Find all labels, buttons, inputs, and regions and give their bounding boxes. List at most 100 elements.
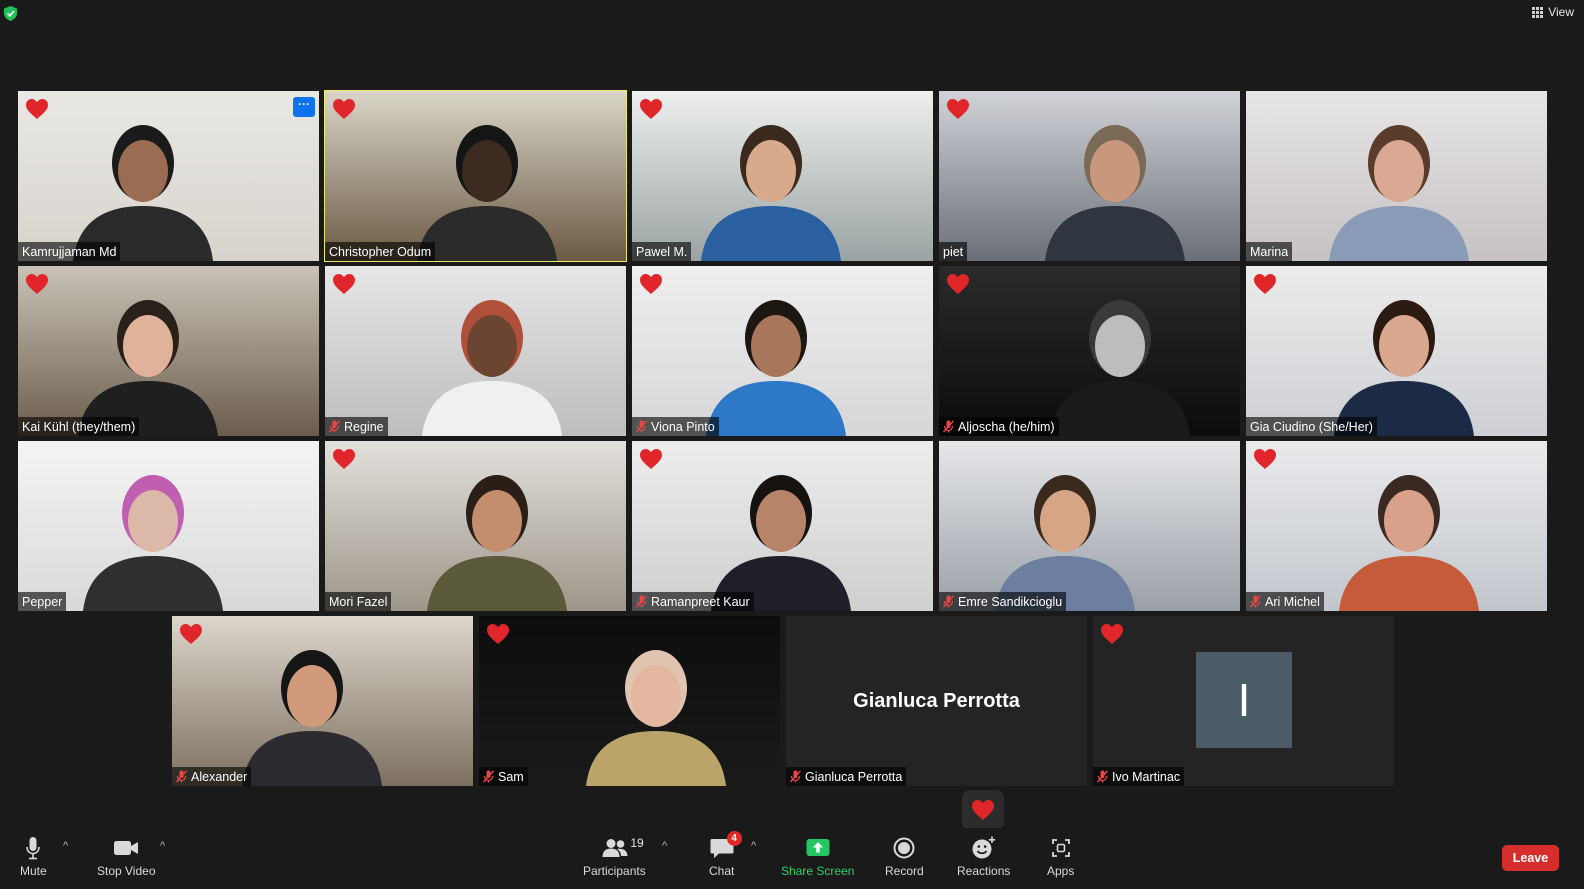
share-screen-icon (806, 839, 830, 856)
participant-nametag: Regine (325, 417, 388, 436)
audio-options-caret[interactable]: ^ (63, 840, 68, 852)
participant-tile[interactable]: Marina (1246, 91, 1547, 261)
muted-mic-icon (176, 770, 187, 783)
participant-tile[interactable]: Aljoscha (he/him) (939, 266, 1240, 436)
chat-options-caret[interactable]: ^ (751, 840, 756, 852)
participant-nametag: Viona Pinto (632, 417, 719, 436)
video-feed (325, 91, 626, 261)
record-icon (893, 837, 915, 859)
participant-name: Viona Pinto (651, 419, 715, 434)
video-camera-icon (114, 841, 139, 855)
video-feed (325, 441, 626, 611)
participant-nametag: Pepper (18, 592, 67, 611)
participant-name: Aljoscha (he/him) (958, 419, 1055, 434)
video-feed (479, 616, 780, 786)
participant-nametag: Alexander (172, 767, 252, 786)
participant-nametag: Mori Fazel (325, 592, 392, 611)
reactions-button[interactable]: Reactions (957, 834, 1010, 878)
video-feed (632, 91, 933, 261)
participant-tile[interactable]: Pawel M. (632, 91, 933, 261)
view-button[interactable]: View (1532, 5, 1574, 19)
heart-icon (972, 800, 994, 820)
participants-options-caret[interactable]: ^ (662, 840, 667, 852)
participant-tile[interactable]: Regine (325, 266, 626, 436)
participant-name: Ari Michel (1265, 594, 1320, 609)
participant-name: Pepper (22, 594, 63, 609)
heart-reaction-icon (333, 274, 355, 294)
chat-button[interactable]: 4 Chat (709, 831, 742, 878)
video-feed (1246, 441, 1547, 611)
participant-tile[interactable]: Gianluca Perrotta Gianluca Perrotta (786, 616, 1087, 786)
heart-reaction-icon (26, 274, 48, 294)
leave-button[interactable]: Leave (1502, 845, 1559, 871)
participant-tile[interactable]: Ramanpreet Kaur (632, 441, 933, 611)
muted-mic-icon (636, 595, 647, 608)
participants-button[interactable]: 19 Participants (583, 834, 646, 878)
participant-nametag: Pawel M. (632, 242, 692, 261)
participant-tile[interactable]: Kai Kühl (they/them) (18, 266, 319, 436)
participant-tile[interactable]: Gia Ciudino (She/Her) (1246, 266, 1547, 436)
heart-reaction-icon (26, 99, 48, 119)
video-off-name: Gianluca Perrotta (853, 690, 1020, 712)
participant-nametag: Ramanpreet Kaur (632, 592, 754, 611)
record-label: Record (885, 864, 924, 878)
participant-name: Pawel M. (636, 244, 688, 259)
video-feed (1246, 266, 1547, 436)
apps-icon (1051, 839, 1070, 857)
participant-name: Christopher Odum (329, 244, 432, 259)
floating-reaction (962, 790, 1004, 830)
share-screen-label: Share Screen (781, 864, 855, 878)
participant-nametag: Ari Michel (1246, 592, 1324, 611)
video-feed (18, 91, 319, 261)
participant-name: Kamrujjaman Md (22, 244, 117, 259)
heart-reaction-icon (1101, 624, 1123, 644)
muted-mic-icon (636, 420, 647, 433)
share-screen-button[interactable]: Share Screen (781, 834, 854, 878)
more-options-button[interactable]: ··· (293, 97, 315, 117)
apps-button[interactable]: Apps (1047, 834, 1074, 878)
participant-tile[interactable]: Pepper (18, 441, 319, 611)
muted-mic-icon (943, 420, 954, 433)
participant-tile[interactable]: Alexander (172, 616, 473, 786)
participant-tile[interactable]: piet (939, 91, 1240, 261)
participant-nametag: Kamrujjaman Md (18, 242, 121, 261)
stop-video-button[interactable]: Stop Video (97, 834, 156, 878)
apps-label: Apps (1047, 864, 1075, 878)
heart-reaction-icon (947, 99, 969, 119)
muted-mic-icon (483, 770, 494, 783)
participant-tile[interactable]: Ari Michel (1246, 441, 1547, 611)
participant-nametag: Ivo Martinac (1093, 767, 1185, 786)
heart-reaction-icon (1254, 449, 1276, 469)
muted-mic-icon (943, 595, 954, 608)
stop-video-label: Stop Video (97, 864, 156, 878)
video-feed (325, 266, 626, 436)
record-button[interactable]: Record (885, 834, 924, 878)
heart-reaction-icon (333, 99, 355, 119)
participant-nametag: Emre Sandikcioglu (939, 592, 1067, 611)
participant-nametag: Christopher Odum (325, 242, 436, 261)
participant-name: Sam (498, 769, 524, 784)
heart-reaction-icon (947, 274, 969, 294)
participant-nametag: piet (939, 242, 968, 261)
participant-tile[interactable]: Viona Pinto (632, 266, 933, 436)
video-options-caret[interactable]: ^ (160, 840, 165, 852)
participant-tile[interactable]: Emre Sandikcioglu (939, 441, 1240, 611)
video-feed (632, 266, 933, 436)
participant-name: Marina (1250, 244, 1289, 259)
muted-mic-icon (329, 420, 340, 433)
view-label: View (1548, 5, 1574, 19)
participant-nametag: Kai Kühl (they/them) (18, 417, 140, 436)
shield-check-icon[interactable] (4, 6, 17, 21)
participant-tile[interactable]: Sam (479, 616, 780, 786)
muted-mic-icon (1250, 595, 1261, 608)
participant-tile[interactable]: I Ivo Martinac (1093, 616, 1394, 786)
video-feed (18, 266, 319, 436)
participant-tile[interactable]: Christopher Odum (324, 90, 627, 262)
participant-name: Gianluca Perrotta (805, 769, 903, 784)
participant-tile[interactable]: ··· Kamrujjaman Md (18, 91, 319, 261)
participant-tile[interactable]: Mori Fazel (325, 441, 626, 611)
avatar-initial: I (1196, 652, 1292, 748)
top-bar: View (0, 0, 1584, 30)
mute-button[interactable]: Mute (20, 834, 47, 878)
heart-reaction-icon (333, 449, 355, 469)
